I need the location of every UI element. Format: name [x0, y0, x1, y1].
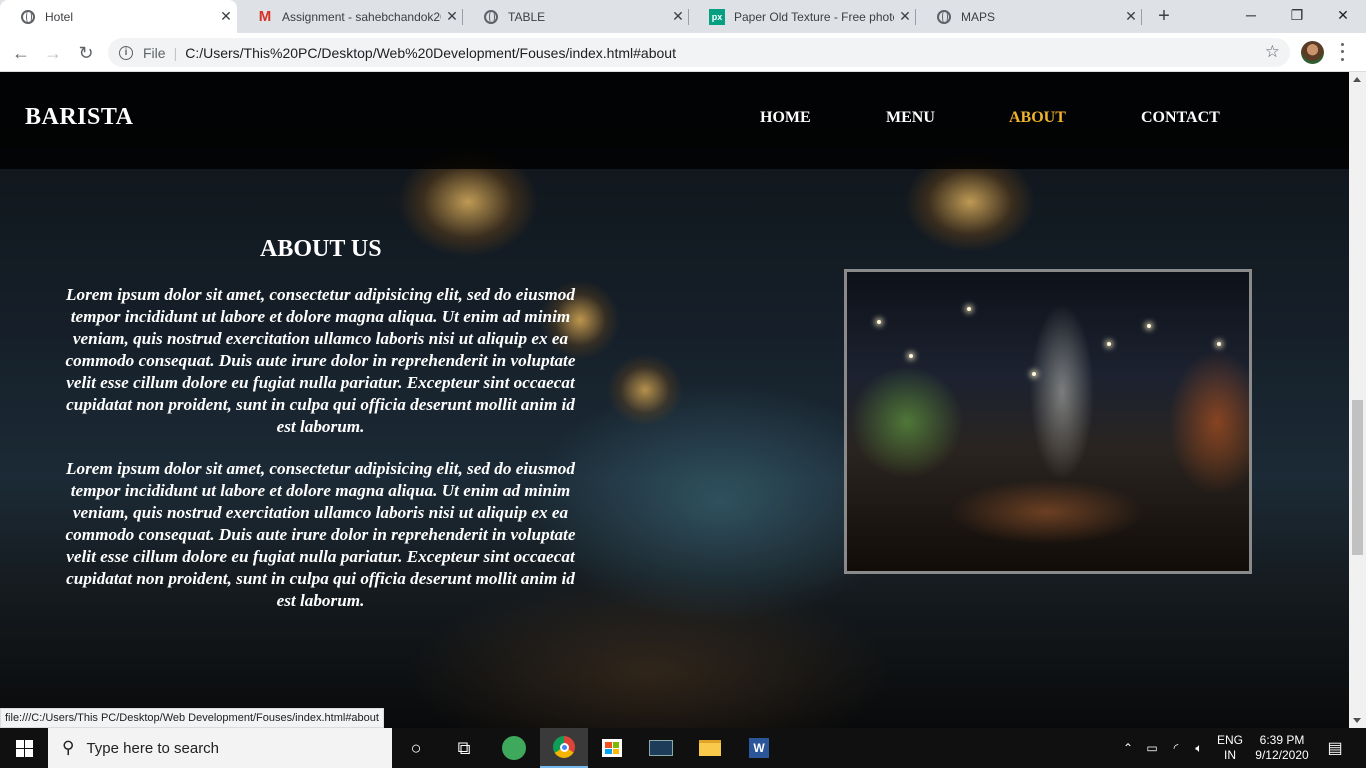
- scheme-label: File: [143, 44, 166, 61]
- windows-logo-icon: [15, 739, 33, 757]
- notifications-icon[interactable]: ▤: [1320, 728, 1350, 768]
- nav-about[interactable]: ABOUT: [1009, 109, 1066, 127]
- scroll-up-icon[interactable]: [1353, 77, 1361, 82]
- clock-time: 6:39 PM: [1259, 733, 1305, 747]
- close-tab-icon[interactable]: ✕: [441, 8, 463, 25]
- address-bar[interactable]: i File | C:/Users/This%20PC/Desktop/Web%…: [108, 38, 1290, 67]
- battery-icon[interactable]: ▭: [1142, 728, 1162, 768]
- tab-title: Hotel: [45, 9, 74, 24]
- tab-title: Paper Old Texture - Free photo: [734, 9, 894, 24]
- wifi-icon[interactable]: ◜: [1166, 728, 1186, 768]
- mysql-app-icon[interactable]: [637, 728, 685, 768]
- region-code: IN: [1224, 748, 1236, 762]
- forward-button[interactable]: →: [40, 40, 66, 66]
- volume-icon[interactable]: 🔈︎: [1189, 728, 1209, 768]
- tab-strip: Hotel ✕ M Assignment - sahebchandok20 ✕ …: [0, 0, 1366, 33]
- language-code: ENG: [1216, 733, 1243, 747]
- taskbar-search[interactable]: ⚲ Type here to search: [48, 728, 392, 768]
- restore-button[interactable]: ❐: [1274, 0, 1320, 33]
- bookmark-star-icon[interactable]: ☆: [1265, 42, 1280, 62]
- browser-toolbar: ← → ↻ i File | C:/Users/This%20PC/Deskto…: [0, 33, 1366, 72]
- globe-icon: [20, 9, 36, 25]
- reload-button[interactable]: ↻: [73, 40, 99, 66]
- start-button[interactable]: [0, 728, 48, 768]
- about-paragraph: Lorem ipsum dolor sit amet, consectetur …: [65, 459, 576, 610]
- chrome-app-icon[interactable]: [540, 728, 588, 768]
- page-viewport: BARISTA HOME MENU ABOUT CONTACT ABOUT US…: [0, 72, 1349, 728]
- divider: |: [173, 44, 178, 61]
- task-view-icon[interactable]: ⧉: [440, 728, 488, 768]
- atom-app-icon[interactable]: [490, 728, 538, 768]
- clock[interactable]: 6:39 PM 9/12/2020: [1250, 728, 1314, 768]
- search-placeholder: Type here to search: [86, 739, 220, 757]
- nav-menu[interactable]: MENU: [886, 109, 935, 127]
- globe-icon: [483, 9, 499, 25]
- about-paragraph: Lorem ipsum dolor sit amet, consectetur …: [65, 285, 576, 436]
- link-status-bar: file:///C:/Users/This PC/Desktop/Web Dev…: [0, 708, 384, 728]
- tab-hotel[interactable]: Hotel ✕: [0, 0, 237, 33]
- about-heading: ABOUT US: [260, 236, 382, 262]
- url-text[interactable]: C:/Users/This%20PC/Desktop/Web%20Develop…: [185, 45, 676, 61]
- tab-paper-texture[interactable]: px Paper Old Texture - Free photo ✕: [689, 0, 916, 33]
- windows-taskbar: ⚲ Type here to search ○ ⧉ W ⌃ ▭ ◜ 🔈︎ ENG…: [0, 728, 1366, 768]
- gmail-icon: M: [258, 8, 272, 25]
- close-tab-icon[interactable]: ✕: [215, 8, 237, 25]
- tab-table[interactable]: TABLE ✕: [463, 0, 689, 33]
- pexels-icon: px: [709, 8, 725, 25]
- store-app-icon[interactable]: [588, 728, 636, 768]
- search-icon: ⚲: [62, 738, 75, 757]
- scroll-thumb[interactable]: [1352, 400, 1363, 555]
- cortana-icon[interactable]: ○: [392, 728, 440, 768]
- close-window-button[interactable]: ✕: [1320, 0, 1366, 33]
- scroll-down-icon[interactable]: [1353, 718, 1361, 723]
- show-hidden-icons[interactable]: ⌃: [1118, 728, 1138, 768]
- close-tab-icon[interactable]: ✕: [1120, 8, 1142, 25]
- tab-title: MAPS: [961, 9, 996, 24]
- clock-date: 9/12/2020: [1255, 748, 1309, 762]
- close-tab-icon[interactable]: ✕: [667, 8, 689, 25]
- profile-avatar[interactable]: [1301, 41, 1324, 64]
- page-scrollbar[interactable]: [1349, 72, 1366, 728]
- site-info-icon[interactable]: i: [119, 45, 133, 60]
- language-indicator[interactable]: ENG IN: [1212, 728, 1248, 768]
- minimize-button[interactable]: ─: [1228, 0, 1274, 33]
- site-brand[interactable]: BARISTA: [25, 104, 133, 131]
- back-button[interactable]: ←: [8, 40, 34, 66]
- nav-contact[interactable]: CONTACT: [1141, 109, 1220, 127]
- file-explorer-icon[interactable]: [686, 728, 734, 768]
- menu-kebab-icon[interactable]: [1336, 41, 1348, 63]
- tab-title: Assignment - sahebchandok20: [282, 9, 441, 24]
- tab-title: TABLE: [508, 9, 546, 24]
- new-tab-button[interactable]: +: [1153, 6, 1175, 28]
- site-header: BARISTA HOME MENU ABOUT CONTACT: [0, 72, 1349, 169]
- nav-home[interactable]: HOME: [760, 109, 811, 127]
- tab-maps[interactable]: MAPS ✕: [916, 0, 1142, 33]
- close-tab-icon[interactable]: ✕: [894, 8, 916, 25]
- word-app-icon[interactable]: W: [735, 728, 783, 768]
- tab-assignment[interactable]: M Assignment - sahebchandok20 ✕: [237, 0, 463, 33]
- restaurant-interior-image: [844, 269, 1252, 574]
- globe-icon: [936, 9, 952, 25]
